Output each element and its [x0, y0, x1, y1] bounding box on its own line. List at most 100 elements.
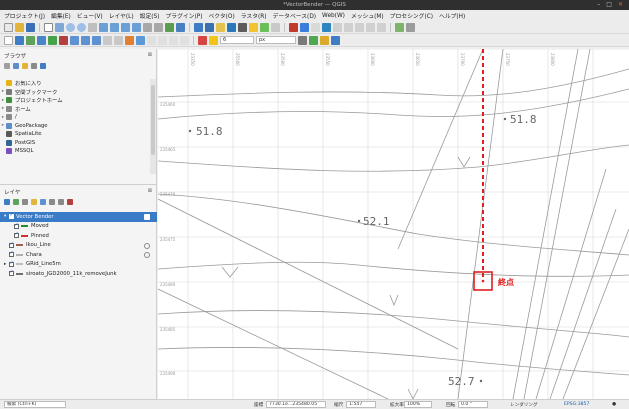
menu-project[interactable]: プロジェクト(J): [4, 11, 45, 20]
refresh-icon[interactable]: [4, 63, 10, 69]
snapping-tolerance-field[interactable]: 6: [220, 36, 254, 44]
render-checkbox[interactable]: レンダリング: [510, 402, 538, 408]
identify-icon[interactable]: [194, 22, 203, 32]
layer-visibility-checkbox[interactable]: [14, 222, 19, 229]
pan-icon[interactable]: [44, 22, 53, 32]
browser-item-mssql[interactable]: MSSQL: [0, 147, 150, 156]
add-feature-icon[interactable]: [37, 35, 46, 45]
pan-to-selection-icon[interactable]: [55, 22, 64, 32]
vector-bender-icon[interactable]: [289, 22, 298, 32]
data-source-manager-icon[interactable]: [395, 22, 404, 32]
copy-features-icon[interactable]: [81, 35, 90, 45]
zoom-last-icon[interactable]: [143, 22, 152, 32]
layer-visibility-checkbox[interactable]: [9, 260, 14, 267]
map-canvas[interactable]: 235460 235465 235470 235475 235480 23548…: [158, 49, 629, 399]
plugin-tool-icon[interactable]: [125, 35, 134, 45]
open-layer-styling-icon[interactable]: [4, 199, 10, 205]
refresh-icon[interactable]: [176, 22, 185, 32]
layer-grid-line5m[interactable]: ▸ GRid_Line5m: [0, 260, 157, 270]
layer-visibility-checkbox[interactable]: [9, 250, 14, 258]
menu-processing[interactable]: プロセシング(C): [390, 11, 433, 20]
layer-visibility-checkbox[interactable]: [9, 212, 14, 220]
vector-bender-edit-icon[interactable]: [300, 22, 309, 32]
plugin-tool-icon[interactable]: [331, 35, 340, 45]
browser-panel-close-icon[interactable]: ⊠: [148, 52, 152, 58]
coordinate-field[interactable]: 7730.1e...235480.05: [266, 401, 326, 408]
browser-item-home[interactable]: ▸ ホーム: [0, 105, 150, 114]
plugin-tool-icon[interactable]: [158, 35, 167, 45]
snapping-unit-select[interactable]: px: [256, 36, 296, 44]
measure-icon[interactable]: [249, 22, 258, 32]
layer-indicator-icon[interactable]: [144, 214, 150, 220]
menu-raster[interactable]: ラスタ(R): [241, 11, 267, 20]
tracing-icon[interactable]: [309, 35, 318, 45]
snapping-mode-icon[interactable]: [209, 35, 218, 45]
layer-visibility-checkbox[interactable]: [9, 269, 14, 277]
layer-chara[interactable]: Chara: [0, 250, 157, 260]
plugin-tool-icon[interactable]: [180, 35, 189, 45]
locator-search-input[interactable]: 検索 (Ctrl+K): [4, 401, 66, 408]
magnifier-field[interactable]: 100%: [404, 401, 432, 408]
menu-layer[interactable]: レイヤ(L): [109, 11, 134, 20]
minimize-button[interactable]: –: [597, 1, 600, 8]
plugin-tool-icon[interactable]: [355, 22, 364, 32]
new-project-icon[interactable]: [4, 22, 13, 32]
browser-item-root[interactable]: ▸ /: [0, 113, 150, 122]
maximize-button[interactable]: □: [606, 1, 612, 8]
plugin-tool-icon[interactable]: [147, 35, 156, 45]
vertex-tool-icon[interactable]: [48, 35, 57, 45]
layer-ikou-line[interactable]: Ikou_Line: [0, 241, 157, 251]
expression-filter-icon[interactable]: [40, 199, 46, 205]
browser-item-postgis[interactable]: PostGIS: [0, 139, 150, 148]
plugin-tool-icon[interactable]: [311, 22, 320, 32]
collapse-all-icon[interactable]: [31, 63, 37, 69]
browser-item-spatialite[interactable]: SpatiaLite: [0, 130, 150, 139]
menu-view[interactable]: ビュー(V): [77, 11, 103, 20]
zoom-next-icon[interactable]: [154, 22, 163, 32]
plugin-tool-icon[interactable]: [366, 22, 375, 32]
zoom-full-icon[interactable]: [99, 22, 108, 32]
zoom-selection-icon[interactable]: [110, 22, 119, 32]
layers-panel-close-icon[interactable]: ⊠: [148, 188, 152, 194]
layer-indicator-icon[interactable]: [144, 242, 150, 249]
rotation-field[interactable]: 0.0 °: [458, 401, 488, 408]
toggle-editing-icon[interactable]: [15, 35, 24, 45]
zoom-rubberband-icon[interactable]: [88, 22, 97, 32]
layer-siroato[interactable]: siroato_JGD2000_11k_removeJunk: [0, 269, 157, 279]
menu-help[interactable]: ヘルプ(H): [439, 11, 465, 20]
layer-group-vector-bender[interactable]: ▾ Vector Bender: [0, 212, 157, 222]
panel-divider[interactable]: [0, 184, 157, 185]
delete-selected-icon[interactable]: [59, 35, 68, 45]
layer-visibility-checkbox[interactable]: [14, 231, 19, 239]
layer-pinned[interactable]: Pinned: [0, 231, 157, 241]
menu-database[interactable]: データベース(D): [273, 11, 316, 20]
python-console-icon[interactable]: [322, 22, 331, 32]
snapping-icon[interactable]: [198, 35, 207, 45]
browser-item-bookmarks[interactable]: ▸ 空間ブックマーク: [0, 88, 150, 97]
save-project-icon[interactable]: [26, 22, 35, 32]
browser-scrollbar[interactable]: [150, 79, 156, 174]
zoom-in-icon[interactable]: [66, 22, 75, 32]
filter-icon[interactable]: [22, 63, 28, 69]
add-group-icon[interactable]: [13, 199, 19, 205]
browser-item-favorites[interactable]: お気に入り: [0, 79, 150, 88]
collapse-all-icon[interactable]: [58, 199, 64, 205]
cut-features-icon[interactable]: [70, 35, 79, 45]
map-tips-icon[interactable]: [260, 22, 269, 32]
menu-edit[interactable]: 編集(E): [51, 11, 71, 20]
browser-item-geopackage[interactable]: ▸ GeoPackage: [0, 122, 150, 131]
menu-mesh[interactable]: メッシュ(M): [351, 11, 384, 20]
plugin-tool-icon[interactable]: [344, 22, 353, 32]
self-snapping-icon[interactable]: [320, 35, 329, 45]
attribute-table-icon[interactable]: [205, 22, 214, 32]
topological-editing-icon[interactable]: [298, 35, 307, 45]
menu-vector[interactable]: ベクタ(O): [208, 11, 234, 20]
undo-icon[interactable]: [103, 35, 112, 45]
plugin-tool-icon[interactable]: [136, 35, 145, 45]
layer-moved[interactable]: Moved: [0, 222, 157, 232]
browser-item-project-home[interactable]: ▸ プロジェクトホーム: [0, 96, 150, 105]
filter-legend-icon[interactable]: [31, 199, 37, 205]
new-map-view-icon[interactable]: [165, 22, 174, 32]
menu-plugins[interactable]: プラグイン(P): [165, 11, 202, 20]
properties-icon[interactable]: [40, 63, 46, 69]
